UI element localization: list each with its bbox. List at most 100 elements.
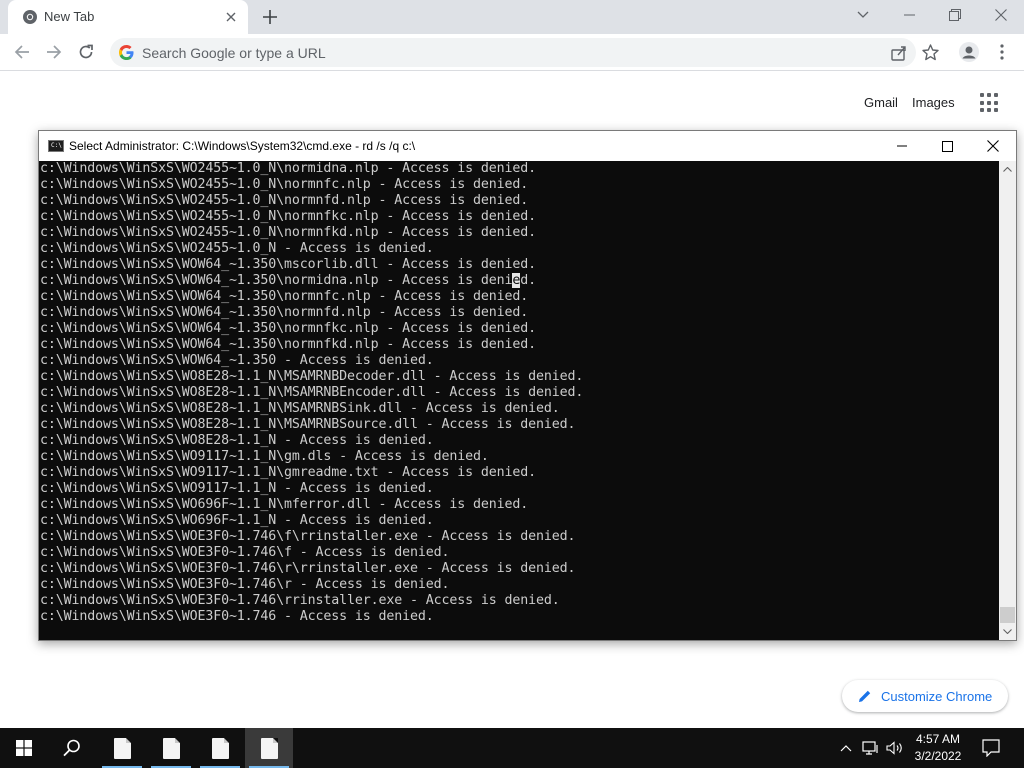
taskbar-clock[interactable]: 4:57 AM 3/2/2022 [907, 731, 969, 765]
images-link[interactable]: Images [912, 95, 955, 110]
omnibox[interactable]: Search Google or type a URL [110, 38, 916, 67]
cmd-close-button[interactable] [970, 131, 1016, 161]
arrow-right-icon [47, 45, 62, 59]
bookmark-star-button[interactable] [920, 42, 940, 62]
google-icon [119, 45, 134, 60]
show-hidden-icons-button[interactable] [836, 738, 856, 758]
console-line: c:\Windows\WinSxS\WO8E28~1.1_N - Access … [40, 433, 434, 448]
taskbar-app-2[interactable] [147, 728, 195, 768]
scrollbar-thumb[interactable] [1000, 607, 1015, 623]
cmd-minimize-button[interactable] [879, 131, 925, 161]
maximize-icon [941, 140, 953, 152]
minimize-button[interactable] [894, 2, 924, 28]
tab-strip: New Tab [0, 0, 1024, 34]
tab-search-button[interactable] [848, 2, 878, 28]
plus-icon [263, 10, 277, 24]
cmd-titlebar[interactable]: C:\ Select Administrator: C:\Windows\Sys… [39, 131, 1016, 161]
console-line: c:\Windows\WinSxS\WOE3F0~1.746\r - Acces… [40, 577, 450, 592]
chevron-up-icon [840, 744, 852, 751]
selection-cursor: e [512, 273, 521, 288]
console-line: c:\Windows\WinSxS\WOW64_~1.350\normnfd.n… [40, 305, 529, 320]
console-line: c:\Windows\WinSxS\WOE3F0~1.746\f\rrinsta… [40, 529, 576, 544]
scroll-up-button[interactable] [999, 161, 1016, 178]
cmd-window[interactable]: C:\ Select Administrator: C:\Windows\Sys… [38, 130, 1017, 641]
console-line: c:\Windows\WinSxS\WOW64_~1.350\normnfkd.… [40, 337, 536, 352]
avatar-icon [959, 42, 979, 62]
cmd-window-title: Select Administrator: C:\Windows\System3… [69, 139, 416, 153]
forward-button[interactable] [41, 39, 67, 65]
console-line: c:\Windows\WinSxS\WO8E28~1.1_N\MSAMRNBSi… [40, 401, 560, 416]
restore-icon [949, 9, 961, 21]
start-button[interactable] [0, 728, 48, 768]
console-line: c:\Windows\WinSxS\WO2455~1.0_N - Access … [40, 241, 434, 256]
chevron-up-icon [1003, 167, 1012, 172]
console-line: c:\Windows\WinSxS\WO9117~1.1_N - Access … [40, 481, 434, 496]
new-tab-button[interactable] [258, 5, 282, 29]
close-window-button[interactable] [986, 2, 1016, 28]
console-line: c:\Windows\WinSxS\WOE3F0~1.746\rrinstall… [40, 593, 560, 608]
google-apps-icon[interactable] [980, 93, 1000, 113]
restore-button[interactable] [940, 2, 970, 28]
console-line: c:\Windows\WinSxS\WOW64_~1.350\normnfkc.… [40, 321, 536, 336]
taskbar-app-4[interactable] [245, 728, 293, 768]
console-line: c:\Windows\WinSxS\WO8E28~1.1_N\MSAMRNBDe… [40, 369, 584, 384]
reload-icon [79, 44, 93, 59]
file-icon [260, 737, 278, 759]
tab-close-icon[interactable] [222, 8, 240, 26]
minimize-icon [903, 14, 915, 16]
console-line: c:\Windows\WinSxS\WO696F~1.1_N\mferror.d… [40, 497, 529, 512]
console-line: c:\Windows\WinSxS\WO2455~1.0_N\normnfkd.… [40, 225, 536, 240]
taskbar-search-button[interactable] [48, 728, 96, 768]
console-line: c:\Windows\WinSxS\WO8E28~1.1_N\MSAMRNBEn… [40, 385, 584, 400]
console-line: c:\Windows\WinSxS\WO9117~1.1_N\gm.dls - … [40, 449, 489, 464]
share-icon[interactable] [890, 44, 908, 62]
clock-time: 4:57 AM [915, 732, 961, 746]
console-line: c:\Windows\WinSxS\WOW64_~1.350\mscorlib.… [40, 257, 536, 272]
browser-toolbar: Search Google or type a URL [0, 34, 1024, 71]
pencil-icon [859, 690, 871, 702]
cmd-maximize-button[interactable] [924, 131, 970, 161]
close-icon [987, 140, 999, 152]
more-vert-icon [1000, 44, 1004, 60]
file-icon [162, 737, 180, 759]
console-line: c:\Windows\WinSxS\WO2455~1.0_N\normidna.… [40, 161, 536, 176]
tab-title: New Tab [44, 9, 95, 24]
chevron-down-icon [857, 11, 869, 18]
console-line: c:\Windows\WinSxS\WOE3F0~1.746\f - Acces… [40, 545, 450, 560]
arrow-left-icon [14, 45, 29, 59]
windows-logo-icon [16, 740, 32, 756]
console-line: c:\Windows\WinSxS\WO8E28~1.1_N\MSAMRNBSo… [40, 417, 576, 432]
cmd-app-icon: C:\ [48, 140, 64, 152]
console-line: c:\Windows\WinSxS\WOW64_~1.350 - Access … [40, 353, 434, 368]
profile-button[interactable] [959, 42, 979, 62]
omnibox-placeholder: Search Google or type a URL [142, 45, 326, 61]
volume-icon[interactable] [885, 738, 905, 758]
taskbar-app-1[interactable] [98, 728, 146, 768]
file-icon [113, 737, 131, 759]
network-icon[interactable] [861, 738, 881, 758]
notification-icon [982, 739, 1000, 758]
console-line: c:\Windows\WinSxS\WO2455~1.0_N\normnfkc.… [40, 209, 536, 224]
scroll-down-button[interactable] [999, 623, 1016, 640]
console-line: c:\Windows\WinSxS\WO2455~1.0_N\normnfd.n… [40, 193, 529, 208]
search-icon [63, 739, 80, 757]
taskbar: 4:57 AM 3/2/2022 [0, 728, 1024, 768]
tab-new-tab[interactable]: New Tab [8, 0, 248, 34]
chrome-icon [23, 10, 37, 24]
taskbar-app-3[interactable] [196, 728, 244, 768]
gmail-link[interactable]: Gmail [864, 95, 898, 110]
close-icon [995, 9, 1007, 21]
customize-chrome-button[interactable]: Customize Chrome [842, 680, 1008, 712]
console-line: c:\Windows\WinSxS\WO2455~1.0_N\normnfc.n… [40, 177, 529, 192]
console-line: c:\Windows\WinSxS\WOW64_~1.350\normidna.… [40, 273, 536, 288]
reload-button[interactable] [73, 39, 99, 65]
minimize-icon [897, 145, 907, 147]
customize-chrome-label: Customize Chrome [881, 689, 993, 704]
action-center-button[interactable] [980, 738, 1002, 758]
console-line: c:\Windows\WinSxS\WO696F~1.1_N - Access … [40, 513, 434, 528]
console-line: c:\Windows\WinSxS\WOE3F0~1.746 - Access … [40, 609, 434, 624]
cmd-console-output[interactable]: c:\Windows\WinSxS\WO2455~1.0_N\normidna.… [39, 161, 999, 640]
back-button[interactable] [9, 39, 35, 65]
chrome-menu-button[interactable] [992, 42, 1012, 62]
cmd-scrollbar[interactable] [999, 161, 1016, 640]
